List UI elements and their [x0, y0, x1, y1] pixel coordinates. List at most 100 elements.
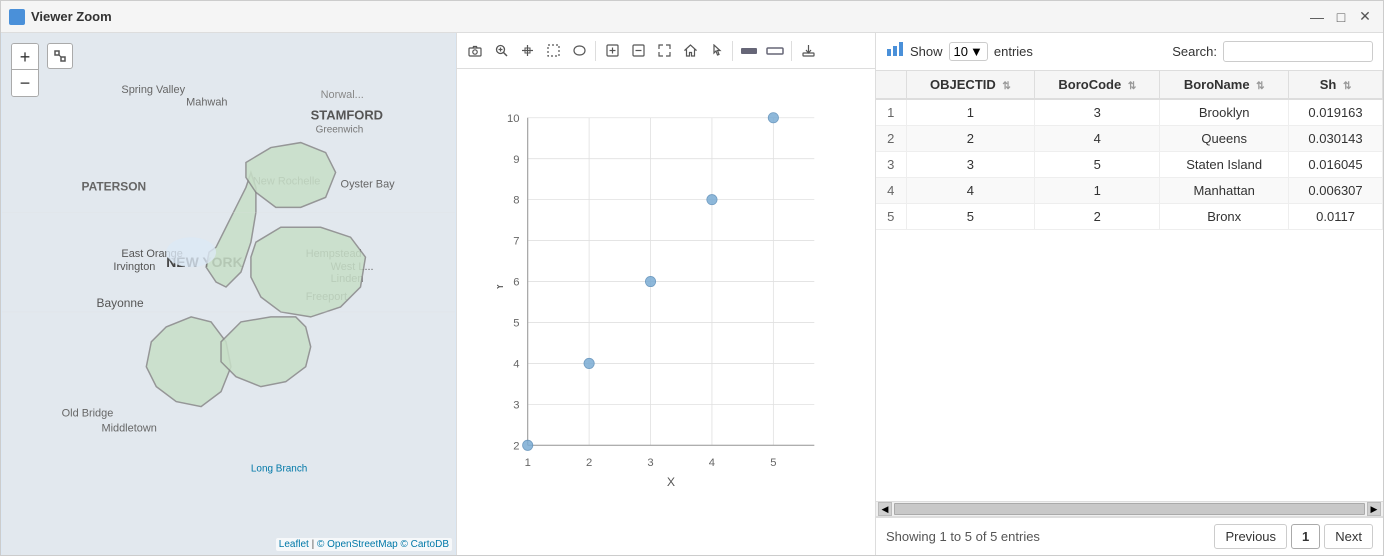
- app-icon: [9, 9, 25, 25]
- search-input[interactable]: [1223, 41, 1373, 62]
- remove-tool-button[interactable]: [626, 39, 650, 63]
- scrollbar-thumb[interactable]: [894, 503, 1365, 515]
- col-borocode[interactable]: BoroCode ⇅: [1035, 71, 1160, 99]
- table-header-row: OBJECTID ⇅ BoroCode ⇅ BoroName ⇅ Sh ⇅: [876, 71, 1383, 99]
- cell-shape: 0.0117: [1289, 204, 1383, 230]
- map-svg: Spring Valley Mahwah Norwal... STAMFORD …: [1, 33, 456, 555]
- table-row: 1 1 3 Brooklyn 0.019163: [876, 99, 1383, 126]
- cell-objectid: 1: [906, 99, 1035, 126]
- svg-text:2: 2: [513, 440, 519, 452]
- svg-text:Y: Y: [497, 283, 506, 291]
- cell-boroname: Manhattan: [1160, 178, 1289, 204]
- window-controls: — □ ✕: [1307, 7, 1375, 27]
- cell-borocode: 3: [1035, 99, 1160, 126]
- cell-shape: 0.019163: [1289, 99, 1383, 126]
- cell-borocode: 4: [1035, 126, 1160, 152]
- table-row: 4 4 1 Manhattan 0.006307: [876, 178, 1383, 204]
- svg-text:Long Branch: Long Branch: [251, 463, 307, 474]
- svg-text:5: 5: [513, 318, 519, 330]
- svg-text:2: 2: [586, 457, 592, 469]
- cell-shape: 0.006307: [1289, 178, 1383, 204]
- next-button[interactable]: Next: [1324, 524, 1373, 549]
- resize-tool-button[interactable]: [652, 39, 676, 63]
- line-shape-button[interactable]: [763, 39, 787, 63]
- cell-borocode: 2: [1035, 204, 1160, 230]
- maximize-button[interactable]: □: [1331, 7, 1351, 27]
- svg-text:Bayonne: Bayonne: [97, 296, 144, 310]
- close-button[interactable]: ✕: [1355, 7, 1375, 27]
- svg-text:Middletown: Middletown: [101, 422, 156, 434]
- table-header-bar: Show 10 ▼ entries Search:: [876, 33, 1383, 71]
- chart-toolbar: [457, 33, 875, 69]
- table-row: 2 2 4 Queens 0.030143: [876, 126, 1383, 152]
- col-shape[interactable]: Sh ⇅: [1289, 71, 1383, 99]
- selection-tool-button[interactable]: [541, 39, 565, 63]
- svg-text:STAMFORD: STAMFORD: [311, 108, 383, 123]
- zoom-out-button[interactable]: −: [12, 70, 38, 96]
- add-tool-button[interactable]: [600, 39, 624, 63]
- table-footer: Showing 1 to 5 of 5 entries Previous 1 N…: [876, 517, 1383, 555]
- cell-boroname: Staten Island: [1160, 152, 1289, 178]
- svg-text:7: 7: [513, 236, 519, 248]
- map-zoom-controls: + −: [11, 43, 39, 97]
- dropdown-arrow-icon: ▼: [970, 44, 983, 59]
- entries-select[interactable]: 10 ▼: [949, 42, 988, 61]
- zoom-tool-button[interactable]: [489, 39, 513, 63]
- entries-label: entries: [994, 44, 1033, 59]
- scroll-left-button[interactable]: ◀: [878, 502, 892, 516]
- carto-link[interactable]: © CartoDB: [401, 539, 450, 550]
- entries-count: 10: [954, 44, 968, 59]
- svg-text:Mahwah: Mahwah: [186, 97, 227, 109]
- table-row: 5 5 2 Bronx 0.0117: [876, 204, 1383, 230]
- horizontal-scrollbar[interactable]: ◀ ▶: [876, 501, 1383, 517]
- svg-text:10: 10: [507, 113, 520, 125]
- svg-text:9: 9: [513, 154, 519, 166]
- cell-row-num: 5: [876, 204, 906, 230]
- svg-text:Old Bridge: Old Bridge: [62, 408, 114, 420]
- previous-button[interactable]: Previous: [1214, 524, 1287, 549]
- col-boroname[interactable]: BoroName ⇅: [1160, 71, 1289, 99]
- svg-text:X: X: [667, 475, 675, 489]
- col-row-num: [876, 71, 906, 99]
- pagination: Previous 1 Next: [1214, 524, 1373, 549]
- col-objectid[interactable]: OBJECTID ⇅: [906, 71, 1035, 99]
- svg-text:8: 8: [513, 195, 519, 207]
- table-chart-icon: [886, 41, 904, 62]
- showing-text: Showing 1 to 5 of 5 entries: [886, 529, 1040, 544]
- window-title: Viewer Zoom: [31, 9, 1307, 24]
- scatter-chart: 10 9 8 7 6 5 4 3 2 1 2 3 4 5 X: [457, 69, 875, 555]
- table-panel: Show 10 ▼ entries Search: OBJECTID ⇅: [876, 33, 1383, 555]
- svg-text:Norwal...: Norwal...: [321, 89, 364, 101]
- zoom-in-button[interactable]: +: [12, 44, 38, 70]
- cell-row-num: 1: [876, 99, 906, 126]
- minimize-button[interactable]: —: [1307, 7, 1327, 27]
- lasso-tool-button[interactable]: [567, 39, 591, 63]
- svg-text:4: 4: [513, 359, 519, 371]
- home-tool-button[interactable]: [678, 39, 702, 63]
- cell-boroname: Bronx: [1160, 204, 1289, 230]
- cell-shape: 0.016045: [1289, 152, 1383, 178]
- osm-link[interactable]: © OpenStreetMap: [317, 539, 398, 550]
- chart-panel: 10 9 8 7 6 5 4 3 2 1 2 3 4 5 X: [456, 33, 876, 555]
- rectangle-shape-button[interactable]: [737, 39, 761, 63]
- pointer-tool-button[interactable]: [704, 39, 728, 63]
- map-expand-button[interactable]: [47, 43, 73, 69]
- cell-objectid: 3: [906, 152, 1035, 178]
- camera-tool-button[interactable]: [463, 39, 487, 63]
- map-background: Spring Valley Mahwah Norwal... STAMFORD …: [1, 33, 456, 555]
- scroll-right-button[interactable]: ▶: [1367, 502, 1381, 516]
- svg-text:5: 5: [770, 457, 776, 469]
- cell-boroname: Queens: [1160, 126, 1289, 152]
- cell-row-num: 4: [876, 178, 906, 204]
- map-attribution: Leaflet | © OpenStreetMap © CartoDB: [276, 538, 452, 551]
- svg-text:4: 4: [709, 457, 715, 469]
- svg-text:6: 6: [513, 277, 519, 289]
- current-page-button[interactable]: 1: [1291, 524, 1320, 549]
- cell-borocode: 5: [1035, 152, 1160, 178]
- map-panel: Spring Valley Mahwah Norwal... STAMFORD …: [1, 33, 456, 555]
- data-table: OBJECTID ⇅ BoroCode ⇅ BoroName ⇅ Sh ⇅: [876, 71, 1383, 501]
- crosshair-tool-button[interactable]: [515, 39, 539, 63]
- download-button[interactable]: [796, 39, 820, 63]
- leaflet-link[interactable]: Leaflet: [279, 539, 309, 550]
- cell-boroname: Brooklyn: [1160, 99, 1289, 126]
